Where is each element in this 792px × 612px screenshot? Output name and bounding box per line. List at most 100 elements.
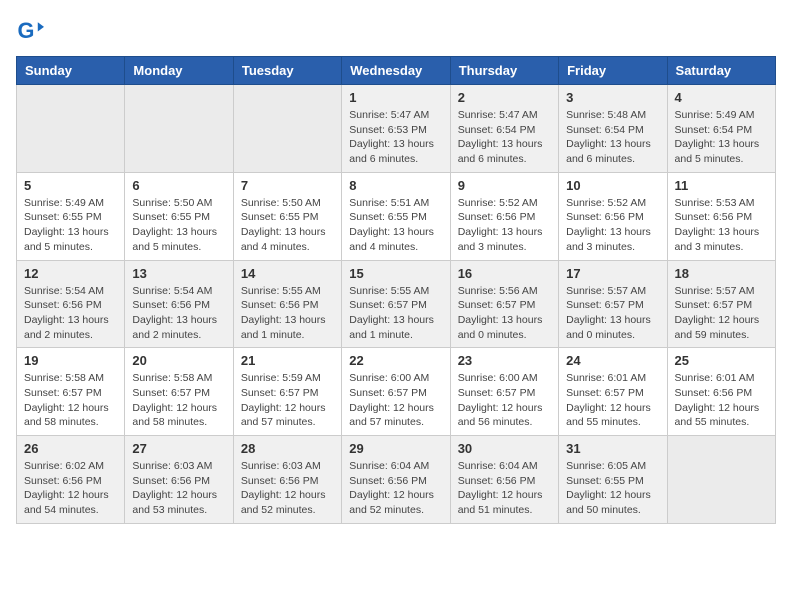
day-info: Sunrise: 5:49 AM Sunset: 6:55 PM Dayligh… (24, 196, 117, 255)
calendar-cell (125, 85, 233, 173)
calendar-cell: 16 Sunrise: 5:56 AM Sunset: 6:57 PM Dayli… (450, 260, 558, 348)
calendar-cell: 26 Sunrise: 6:02 AM Sunset: 6:56 PM Dayli… (17, 436, 125, 524)
day-number: 15 (349, 266, 442, 281)
calendar-cell (17, 85, 125, 173)
day-number: 26 (24, 441, 117, 456)
weekday-header: Saturday (667, 57, 775, 85)
calendar-cell: 7 Sunrise: 5:50 AM Sunset: 6:55 PM Daylig… (233, 172, 341, 260)
day-info: Sunrise: 6:02 AM Sunset: 6:56 PM Dayligh… (24, 459, 117, 518)
day-info: Sunrise: 5:57 AM Sunset: 6:57 PM Dayligh… (675, 284, 768, 343)
day-info: Sunrise: 5:54 AM Sunset: 6:56 PM Dayligh… (24, 284, 117, 343)
day-number: 31 (566, 441, 659, 456)
calendar-cell: 23 Sunrise: 6:00 AM Sunset: 6:57 PM Dayli… (450, 348, 558, 436)
day-info: Sunrise: 5:56 AM Sunset: 6:57 PM Dayligh… (458, 284, 551, 343)
day-number: 1 (349, 90, 442, 105)
day-info: Sunrise: 6:04 AM Sunset: 6:56 PM Dayligh… (458, 459, 551, 518)
day-info: Sunrise: 5:58 AM Sunset: 6:57 PM Dayligh… (132, 371, 225, 430)
header: G (16, 16, 776, 44)
calendar-cell: 6Sunrise: 5:50 AM Sunset: 6:55 PM Daylig… (125, 172, 233, 260)
calendar-cell: 25Sunrise: 6:01 AM Sunset: 6:56 PM Dayli… (667, 348, 775, 436)
weekday-header: Wednesday (342, 57, 450, 85)
day-info: Sunrise: 5:55 AM Sunset: 6:56 PM Dayligh… (241, 284, 334, 343)
day-number: 24 (566, 353, 659, 368)
day-info: Sunrise: 5:48 AM Sunset: 6:54 PM Dayligh… (566, 108, 659, 167)
calendar-cell: 10Sunrise: 5:52 AM Sunset: 6:56 PM Dayli… (559, 172, 667, 260)
calendar-cell: 11 Sunrise: 5:53 AM Sunset: 6:56 PM Dayli… (667, 172, 775, 260)
calendar-cell (667, 436, 775, 524)
day-number: 5 (24, 178, 117, 193)
calendar-cell: 14 Sunrise: 5:55 AM Sunset: 6:56 PM Dayli… (233, 260, 341, 348)
calendar-week-row: 5 Sunrise: 5:49 AM Sunset: 6:55 PM Daylig… (17, 172, 776, 260)
day-number: 18 (675, 266, 768, 281)
day-number: 13 (132, 266, 225, 281)
day-number: 2 (458, 90, 551, 105)
day-info: Sunrise: 6:03 AM Sunset: 6:56 PM Dayligh… (241, 459, 334, 518)
day-info: Sunrise: 5:53 AM Sunset: 6:56 PM Dayligh… (675, 196, 768, 255)
day-info: Sunrise: 5:55 AM Sunset: 6:57 PM Dayligh… (349, 284, 442, 343)
svg-text:G: G (18, 18, 35, 43)
day-info: Sunrise: 5:58 AM Sunset: 6:57 PM Dayligh… (24, 371, 117, 430)
day-number: 30 (458, 441, 551, 456)
calendar-cell: 9 Sunrise: 5:52 AM Sunset: 6:56 PM Daylig… (450, 172, 558, 260)
day-info: Sunrise: 5:47 AM Sunset: 6:54 PM Dayligh… (458, 108, 551, 167)
calendar-cell: 18 Sunrise: 5:57 AM Sunset: 6:57 PM Dayli… (667, 260, 775, 348)
day-info: Sunrise: 6:01 AM Sunset: 6:57 PM Dayligh… (566, 371, 659, 430)
day-info: Sunrise: 5:52 AM Sunset: 6:56 PM Dayligh… (458, 196, 551, 255)
day-number: 25 (675, 353, 768, 368)
calendar-cell: 1 Sunrise: 5:47 AM Sunset: 6:53 PM Daylig… (342, 85, 450, 173)
day-number: 21 (241, 353, 334, 368)
day-number: 19 (24, 353, 117, 368)
calendar-cell: 13Sunrise: 5:54 AM Sunset: 6:56 PM Dayli… (125, 260, 233, 348)
day-info: Sunrise: 6:03 AM Sunset: 6:56 PM Dayligh… (132, 459, 225, 518)
weekday-header: Sunday (17, 57, 125, 85)
weekday-header: Friday (559, 57, 667, 85)
calendar-week-row: 1 Sunrise: 5:47 AM Sunset: 6:53 PM Daylig… (17, 85, 776, 173)
day-info: Sunrise: 6:05 AM Sunset: 6:55 PM Dayligh… (566, 459, 659, 518)
calendar-week-row: 19 Sunrise: 5:58 AM Sunset: 6:57 PM Dayli… (17, 348, 776, 436)
calendar-cell: 22Sunrise: 6:00 AM Sunset: 6:57 PM Dayli… (342, 348, 450, 436)
calendar-cell: 24 Sunrise: 6:01 AM Sunset: 6:57 PM Dayli… (559, 348, 667, 436)
day-number: 8 (349, 178, 442, 193)
calendar-cell: 8 Sunrise: 5:51 AM Sunset: 6:55 PM Daylig… (342, 172, 450, 260)
day-number: 12 (24, 266, 117, 281)
calendar-cell: 31 Sunrise: 6:05 AM Sunset: 6:55 PM Dayli… (559, 436, 667, 524)
calendar: SundayMondayTuesdayWednesdayThursdayFrid… (16, 56, 776, 524)
day-info: Sunrise: 5:47 AM Sunset: 6:53 PM Dayligh… (349, 108, 442, 167)
day-number: 23 (458, 353, 551, 368)
weekday-header: Thursday (450, 57, 558, 85)
day-info: Sunrise: 5:57 AM Sunset: 6:57 PM Dayligh… (566, 284, 659, 343)
calendar-cell: 5 Sunrise: 5:49 AM Sunset: 6:55 PM Daylig… (17, 172, 125, 260)
day-number: 7 (241, 178, 334, 193)
calendar-cell: 17 Sunrise: 5:57 AM Sunset: 6:57 PM Dayli… (559, 260, 667, 348)
day-number: 10 (566, 178, 659, 193)
logo-icon: G (16, 16, 44, 44)
day-number: 22 (349, 353, 442, 368)
day-number: 16 (458, 266, 551, 281)
day-number: 4 (675, 90, 768, 105)
day-number: 20 (132, 353, 225, 368)
day-number: 17 (566, 266, 659, 281)
day-info: Sunrise: 5:50 AM Sunset: 6:55 PM Dayligh… (241, 196, 334, 255)
day-info: Sunrise: 5:51 AM Sunset: 6:55 PM Dayligh… (349, 196, 442, 255)
day-number: 11 (675, 178, 768, 193)
calendar-cell: 27 Sunrise: 6:03 AM Sunset: 6:56 PM Dayli… (125, 436, 233, 524)
calendar-cell: 15 Sunrise: 5:55 AM Sunset: 6:57 PM Dayli… (342, 260, 450, 348)
day-info: Sunrise: 5:49 AM Sunset: 6:54 PM Dayligh… (675, 108, 768, 167)
calendar-cell: 4 Sunrise: 5:49 AM Sunset: 6:54 PM Daylig… (667, 85, 775, 173)
day-number: 14 (241, 266, 334, 281)
calendar-week-row: 12 Sunrise: 5:54 AM Sunset: 6:56 PM Dayli… (17, 260, 776, 348)
calendar-cell: 2 Sunrise: 5:47 AM Sunset: 6:54 PM Daylig… (450, 85, 558, 173)
day-info: Sunrise: 5:50 AM Sunset: 6:55 PM Dayligh… (132, 196, 225, 255)
calendar-cell: 28 Sunrise: 6:03 AM Sunset: 6:56 PM Dayli… (233, 436, 341, 524)
day-number: 27 (132, 441, 225, 456)
weekday-header: Monday (125, 57, 233, 85)
header-row: SundayMondayTuesdayWednesdayThursdayFrid… (17, 57, 776, 85)
day-number: 28 (241, 441, 334, 456)
calendar-week-row: 26 Sunrise: 6:02 AM Sunset: 6:56 PM Dayli… (17, 436, 776, 524)
calendar-cell: 19 Sunrise: 5:58 AM Sunset: 6:57 PM Dayli… (17, 348, 125, 436)
day-info: Sunrise: 5:59 AM Sunset: 6:57 PM Dayligh… (241, 371, 334, 430)
day-info: Sunrise: 6:00 AM Sunset: 6:57 PM Dayligh… (458, 371, 551, 430)
day-number: 9 (458, 178, 551, 193)
calendar-cell: 29Sunrise: 6:04 AM Sunset: 6:56 PM Dayli… (342, 436, 450, 524)
weekday-header: Tuesday (233, 57, 341, 85)
